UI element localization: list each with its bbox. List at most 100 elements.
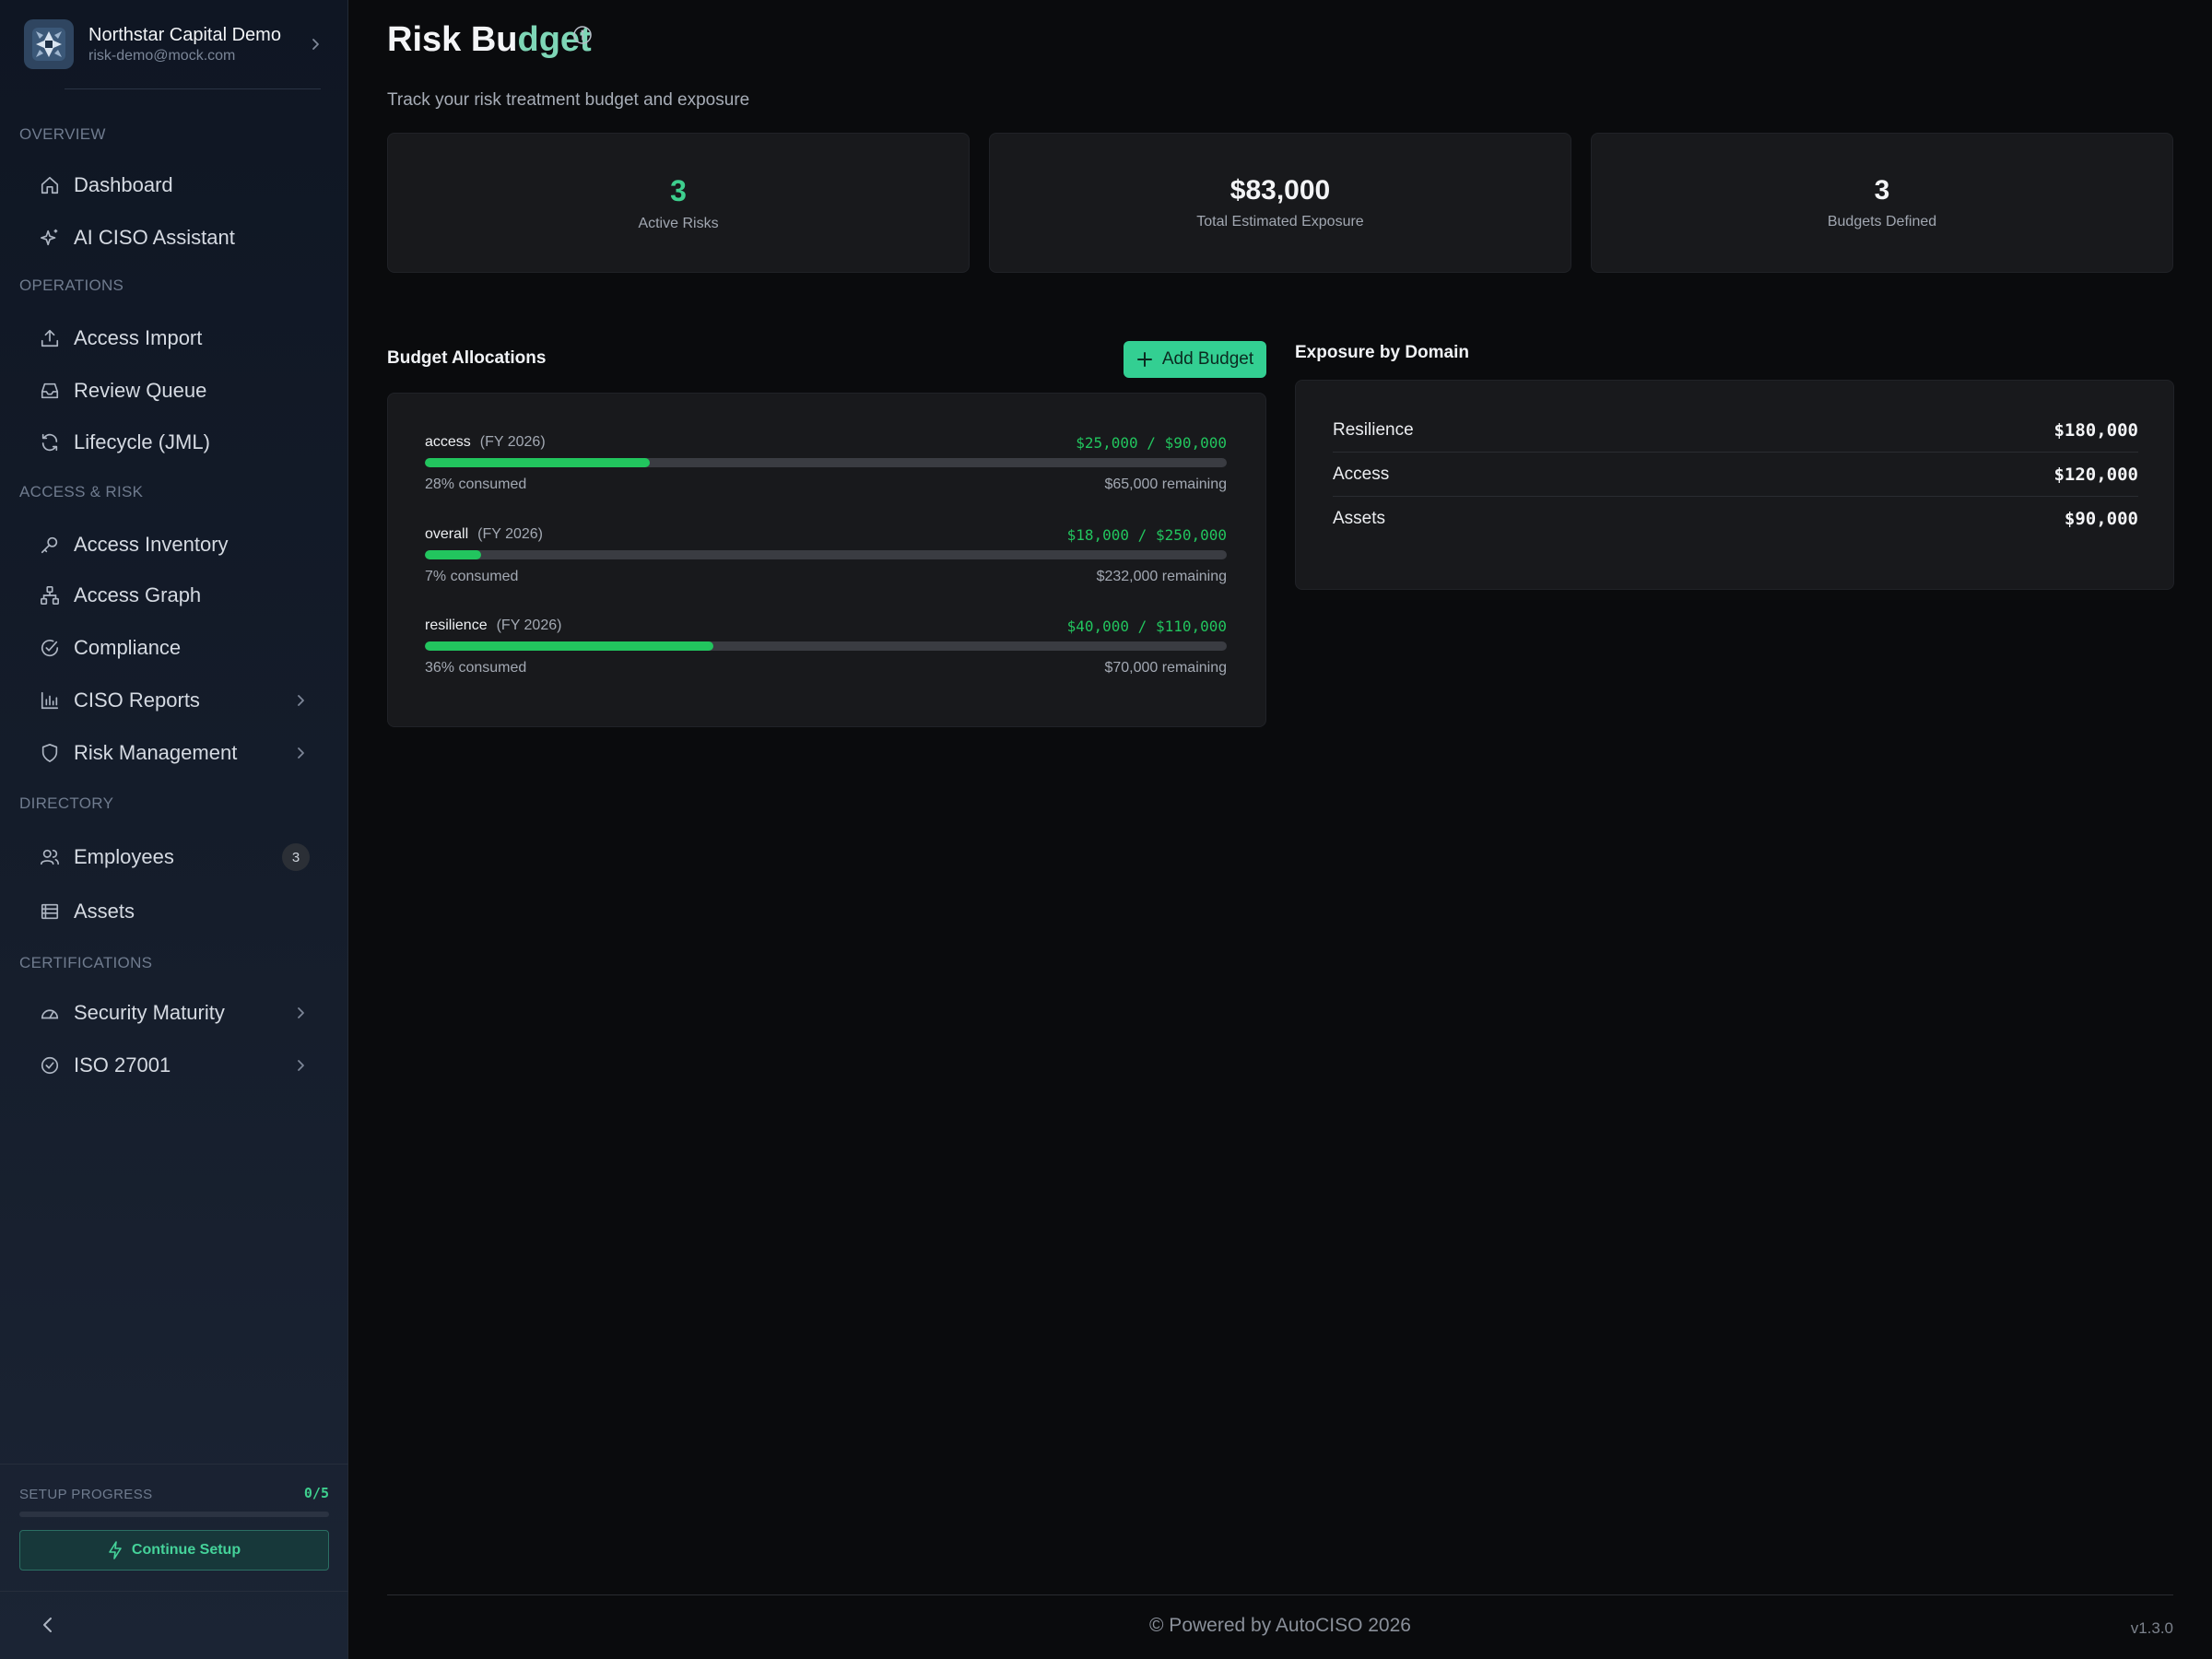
stat-value: 3	[1874, 175, 1890, 206]
section-label-overview: OVERVIEW	[19, 125, 106, 143]
footer-credit: © Powered by AutoCISO 2026	[1149, 1615, 1411, 1636]
key-icon	[39, 534, 61, 556]
sidebar-item-label: Compliance	[74, 636, 182, 659]
sidebar-item-label: Lifecycle (JML)	[74, 430, 210, 453]
exposure-row: Assets $90,000	[1333, 497, 2138, 541]
gauge-icon	[39, 1002, 61, 1024]
sidebar-item-access-inventory[interactable]: Access Inventory	[22, 524, 319, 566]
info-icon[interactable]	[572, 25, 593, 45]
stat-value: 3	[670, 173, 687, 207]
domain-name: Access	[1333, 464, 1390, 484]
sidebar-item-access-import[interactable]: Access Import	[22, 317, 319, 359]
exposure-row: Resilience $180,000	[1333, 408, 2138, 453]
sidebar-item-dashboard[interactable]: Dashboard	[22, 164, 319, 206]
setup-progress-count: 0/5	[303, 1485, 329, 1501]
refresh-icon	[39, 431, 61, 453]
budget-name: access (FY 2026)	[425, 434, 546, 451]
divider	[65, 88, 321, 89]
sidebar-item-label: Access Import	[74, 326, 203, 349]
budget-progress-bar	[425, 458, 1227, 467]
bolt-icon	[108, 1541, 123, 1559]
chevron-right-icon	[291, 691, 310, 710]
section-label-certifications: CERTIFICATIONS	[19, 954, 153, 971]
sidebar-item-label: Security Maturity	[74, 1001, 225, 1024]
sparkles-icon	[39, 227, 61, 249]
stat-card-total-exposure: $83,000 Total Estimated Exposure	[989, 133, 1571, 273]
budget-consumed: 36% consumed	[425, 660, 527, 676]
domain-value: $180,000	[2053, 419, 2138, 441]
sidebar-item-access-graph[interactable]: Access Graph	[22, 574, 319, 617]
section-label-access-risk: ACCESS & RISK	[19, 483, 144, 500]
budget-allocations-panel: access (FY 2026) $25,000 / $90,000 28% co…	[387, 393, 1266, 727]
sidebar-item-ciso-reports[interactable]: CISO Reports	[22, 679, 319, 722]
sidebar-item-label: Access Graph	[74, 583, 202, 606]
org-name: Northstar Capital Demo	[88, 25, 281, 45]
budget-progress-fill	[425, 550, 481, 559]
network-icon	[39, 584, 61, 606]
budget-row: access (FY 2026) $25,000 / $90,000 28% co…	[425, 434, 1227, 499]
chevron-right-icon	[291, 1056, 310, 1075]
budget-domain: resilience	[425, 618, 488, 633]
budget-domain: access	[425, 434, 471, 450]
org-logo	[24, 19, 74, 69]
sidebar-item-risk-management[interactable]: Risk Management	[22, 732, 319, 774]
stat-card-active-risks: 3 Active Risks	[387, 133, 970, 273]
budget-progress-fill	[425, 641, 714, 651]
domain-value: $90,000	[2064, 509, 2138, 529]
stat-label: Budgets Defined	[1827, 214, 1937, 229]
budget-fy: (FY 2026)	[479, 434, 546, 450]
stat-card-budgets-defined: 3 Budgets Defined	[1591, 133, 2173, 273]
sidebar-item-employees[interactable]: Employees 3	[22, 836, 319, 878]
section-label-directory: DIRECTORY	[19, 794, 114, 812]
sidebar-item-label: Assets	[74, 900, 135, 923]
chevron-right-icon	[306, 35, 324, 53]
page-title-part1: Risk Bu	[387, 20, 518, 59]
plus-icon	[1136, 351, 1153, 368]
sidebar-item-security-maturity[interactable]: Security Maturity	[22, 992, 319, 1034]
sidebar-item-review-queue[interactable]: Review Queue	[22, 370, 319, 412]
sidebar-item-label: ISO 27001	[74, 1053, 171, 1077]
sidebar-item-compliance[interactable]: Compliance	[22, 627, 319, 669]
badge-check-icon	[39, 1054, 61, 1077]
budget-progress-fill	[425, 458, 650, 467]
sidebar-item-iso-27001[interactable]: ISO 27001	[22, 1044, 319, 1087]
sidebar-item-assets[interactable]: Assets	[22, 890, 319, 933]
budget-remaining: $70,000 remaining	[1104, 660, 1227, 676]
budget-name: resilience (FY 2026)	[425, 618, 561, 634]
sidebar-item-label: Access Inventory	[74, 533, 229, 556]
chevron-right-icon	[291, 1004, 310, 1022]
sidebar-item-ai-ciso-assistant[interactable]: AI CISO Assistant	[22, 217, 319, 259]
sidebar-item-label: Risk Management	[74, 741, 238, 764]
stat-label: Total Estimated Exposure	[1196, 214, 1364, 229]
sidebar-footer	[0, 1591, 348, 1659]
inbox-icon	[39, 380, 61, 402]
page-title: Risk Budget	[387, 20, 592, 60]
sidebar-item-label: CISO Reports	[74, 688, 200, 712]
check-circle-icon	[39, 637, 61, 659]
domain-name: Assets	[1333, 509, 1386, 528]
budget-consumed: 7% consumed	[425, 569, 519, 584]
org-email: risk-demo@mock.com	[88, 48, 236, 64]
server-icon	[39, 900, 61, 923]
collapse-sidebar-button[interactable]	[37, 1614, 59, 1636]
add-budget-button[interactable]: Add Budget	[1124, 341, 1266, 378]
sidebar: Northstar Capital Demo risk-demo@mock.co…	[0, 0, 348, 1659]
budget-progress-bar	[425, 550, 1227, 559]
setup-progress: SETUP PROGRESS 0/5 Continue Setup	[0, 1464, 348, 1591]
budget-fy: (FY 2026)	[477, 526, 543, 542]
sidebar-item-label: Employees	[74, 845, 174, 868]
sidebar-item-lifecycle[interactable]: Lifecycle (JML)	[22, 421, 319, 464]
budget-amount: $18,000 / $250,000	[1066, 526, 1227, 544]
footer-divider	[387, 1594, 2173, 1595]
budget-consumed: 28% consumed	[425, 477, 527, 492]
budget-amount: $25,000 / $90,000	[1076, 434, 1227, 452]
sidebar-item-label: Dashboard	[74, 173, 173, 196]
upload-icon	[39, 327, 61, 349]
version-label: v1.3.0	[2130, 1619, 2173, 1637]
stat-value: $83,000	[1230, 175, 1331, 206]
shield-icon	[39, 742, 61, 764]
setup-progress-label: SETUP PROGRESS	[19, 1487, 153, 1502]
org-switcher[interactable]: Northstar Capital Demo risk-demo@mock.co…	[24, 18, 324, 70]
section-label-operations: OPERATIONS	[19, 276, 124, 294]
continue-setup-button[interactable]: Continue Setup	[19, 1530, 329, 1571]
